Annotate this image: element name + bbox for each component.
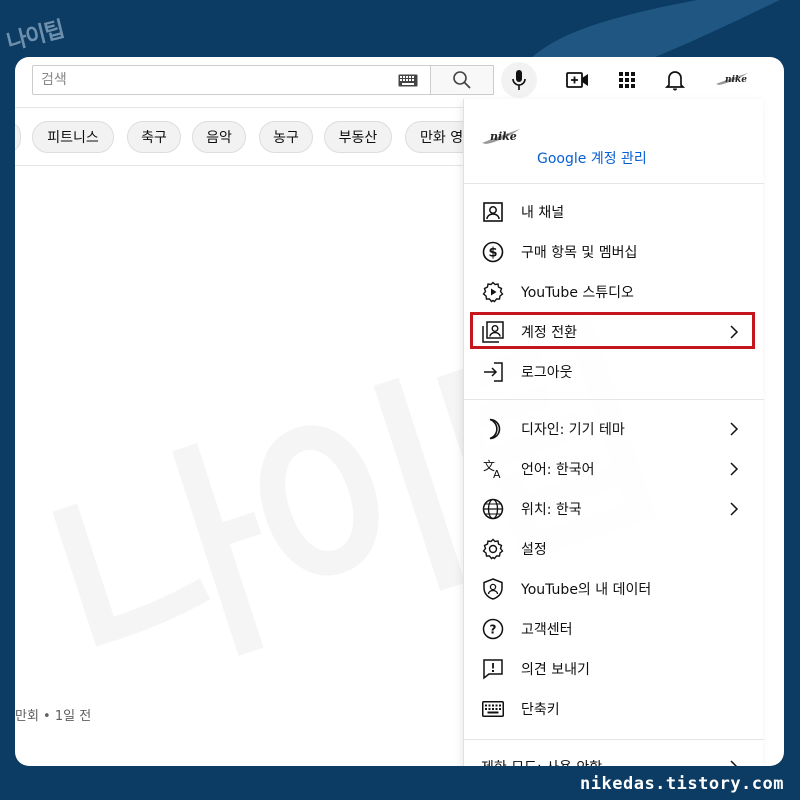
- menu-item-label: 설정: [521, 542, 547, 558]
- chip-partial[interactable]: [15, 121, 21, 153]
- account-icon: [481, 200, 505, 224]
- help-icon: ?: [481, 617, 505, 641]
- menu-item-label: YouTube의 내 데이터: [521, 582, 652, 598]
- menu-item-label: 구매 항목 및 멤버십: [521, 245, 638, 261]
- svg-text:$: $: [488, 246, 497, 261]
- menu-divider: [464, 183, 764, 184]
- menu-item-label: 내 채널: [521, 205, 565, 221]
- menu-item-label: 로그아웃: [521, 365, 573, 381]
- search-box: [32, 65, 430, 95]
- menu-item-restricted-mode[interactable]: 제한 모드: 사용 안함: [464, 747, 764, 766]
- avatar-text: nike: [725, 75, 747, 85]
- menu-item-switch-account[interactable]: 계정 전환: [464, 312, 764, 352]
- voice-search-button[interactable]: [501, 62, 537, 98]
- shield-person-icon: [481, 577, 505, 601]
- menu-item-your-data[interactable]: YouTube의 내 데이터: [464, 569, 764, 609]
- chevron-right-icon: [726, 461, 742, 477]
- menu-avatar: nike: [481, 127, 521, 147]
- chip-soccer[interactable]: 축구: [127, 121, 181, 153]
- menu-item-settings[interactable]: 설정: [464, 529, 764, 569]
- chip-fitness[interactable]: 피트니스: [32, 121, 114, 153]
- menu-divider: [464, 739, 764, 740]
- svg-text:?: ?: [490, 623, 497, 637]
- avatar[interactable]: nike: [715, 71, 749, 87]
- chevron-right-icon: [726, 421, 742, 437]
- chip-music[interactable]: 음악: [192, 121, 246, 153]
- category-chips: 피트니스 축구 음악 농구 부동산 만화 영: [15, 121, 485, 153]
- menu-item-label: 고객센터: [521, 622, 573, 638]
- moon-icon: [481, 417, 505, 441]
- menu-header: nike Google 계정 관리: [464, 99, 764, 183]
- video-meta: 만회 • 1일 전: [15, 709, 92, 724]
- menu-item-language[interactable]: 文A 언어: 한국어: [464, 449, 764, 489]
- menu-item-label: 디자인: 기기 테마: [521, 422, 625, 438]
- topbar-divider: [15, 107, 463, 108]
- apps-grid-icon[interactable]: [615, 68, 639, 92]
- create-video-icon[interactable]: [566, 68, 590, 92]
- menu-item-label: 단축키: [521, 702, 560, 718]
- menu-item-help[interactable]: ? 고객센터: [464, 609, 764, 649]
- settings-icon: [481, 537, 505, 561]
- bell-icon[interactable]: [663, 68, 687, 92]
- menu-item-shortcuts[interactable]: 단축키: [464, 689, 764, 729]
- search-icon: [452, 70, 472, 90]
- chip-real-estate[interactable]: 부동산: [324, 121, 392, 153]
- keyboard-icon: [481, 697, 505, 721]
- logout-icon: [481, 360, 505, 384]
- menu-item-appearance[interactable]: 디자인: 기기 테마: [464, 409, 764, 449]
- menu-item-label: 언어: 한국어: [521, 462, 595, 478]
- chevron-right-icon: [726, 501, 742, 517]
- mic-icon: [511, 69, 527, 91]
- switch-account-icon: [481, 320, 505, 344]
- svg-text:A: A: [493, 468, 501, 480]
- corner-logo: 나이팁: [4, 17, 67, 56]
- menu-item-purchases[interactable]: $ 구매 항목 및 멤버십: [464, 232, 764, 272]
- account-menu: nike Google 계정 관리 내 채널 $ 구매 항목 및 멤버십 You…: [463, 99, 764, 766]
- studio-gear-icon: [481, 280, 505, 304]
- manage-google-account-link[interactable]: Google 계정 관리: [537, 148, 647, 168]
- keyboard-icon[interactable]: [398, 74, 418, 87]
- menu-item-label: YouTube 스튜디오: [521, 285, 634, 301]
- menu-avatar-text: nike: [490, 130, 517, 143]
- feedback-icon: [481, 657, 505, 681]
- chevron-right-icon: [726, 324, 742, 340]
- menu-item-feedback[interactable]: 의견 보내기: [464, 649, 764, 689]
- menu-item-label: 제한 모드: 사용 안함: [481, 757, 602, 766]
- menu-item-label: 계정 전환: [521, 325, 577, 341]
- chips-divider: [15, 165, 463, 166]
- chip-basketball[interactable]: 농구: [259, 121, 313, 153]
- youtube-window: 나이팁 nike: [15, 57, 784, 766]
- translate-icon: 文A: [481, 457, 505, 481]
- menu-divider: [464, 399, 764, 400]
- menu-item-logout[interactable]: 로그아웃: [464, 352, 764, 392]
- menu-item-label: 의견 보내기: [521, 662, 590, 678]
- dollar-icon: $: [481, 240, 505, 264]
- menu-item-studio[interactable]: YouTube 스튜디오: [464, 272, 764, 312]
- menu-item-my-channel[interactable]: 내 채널: [464, 192, 764, 232]
- globe-icon: [481, 497, 505, 521]
- search-input[interactable]: [41, 72, 381, 88]
- chevron-right-icon: [726, 759, 742, 766]
- menu-item-label: 위치: 한국: [521, 502, 582, 518]
- menu-item-location[interactable]: 위치: 한국: [464, 489, 764, 529]
- footer-url: nikedas.tistory.com: [580, 774, 784, 794]
- search-button[interactable]: [430, 65, 494, 95]
